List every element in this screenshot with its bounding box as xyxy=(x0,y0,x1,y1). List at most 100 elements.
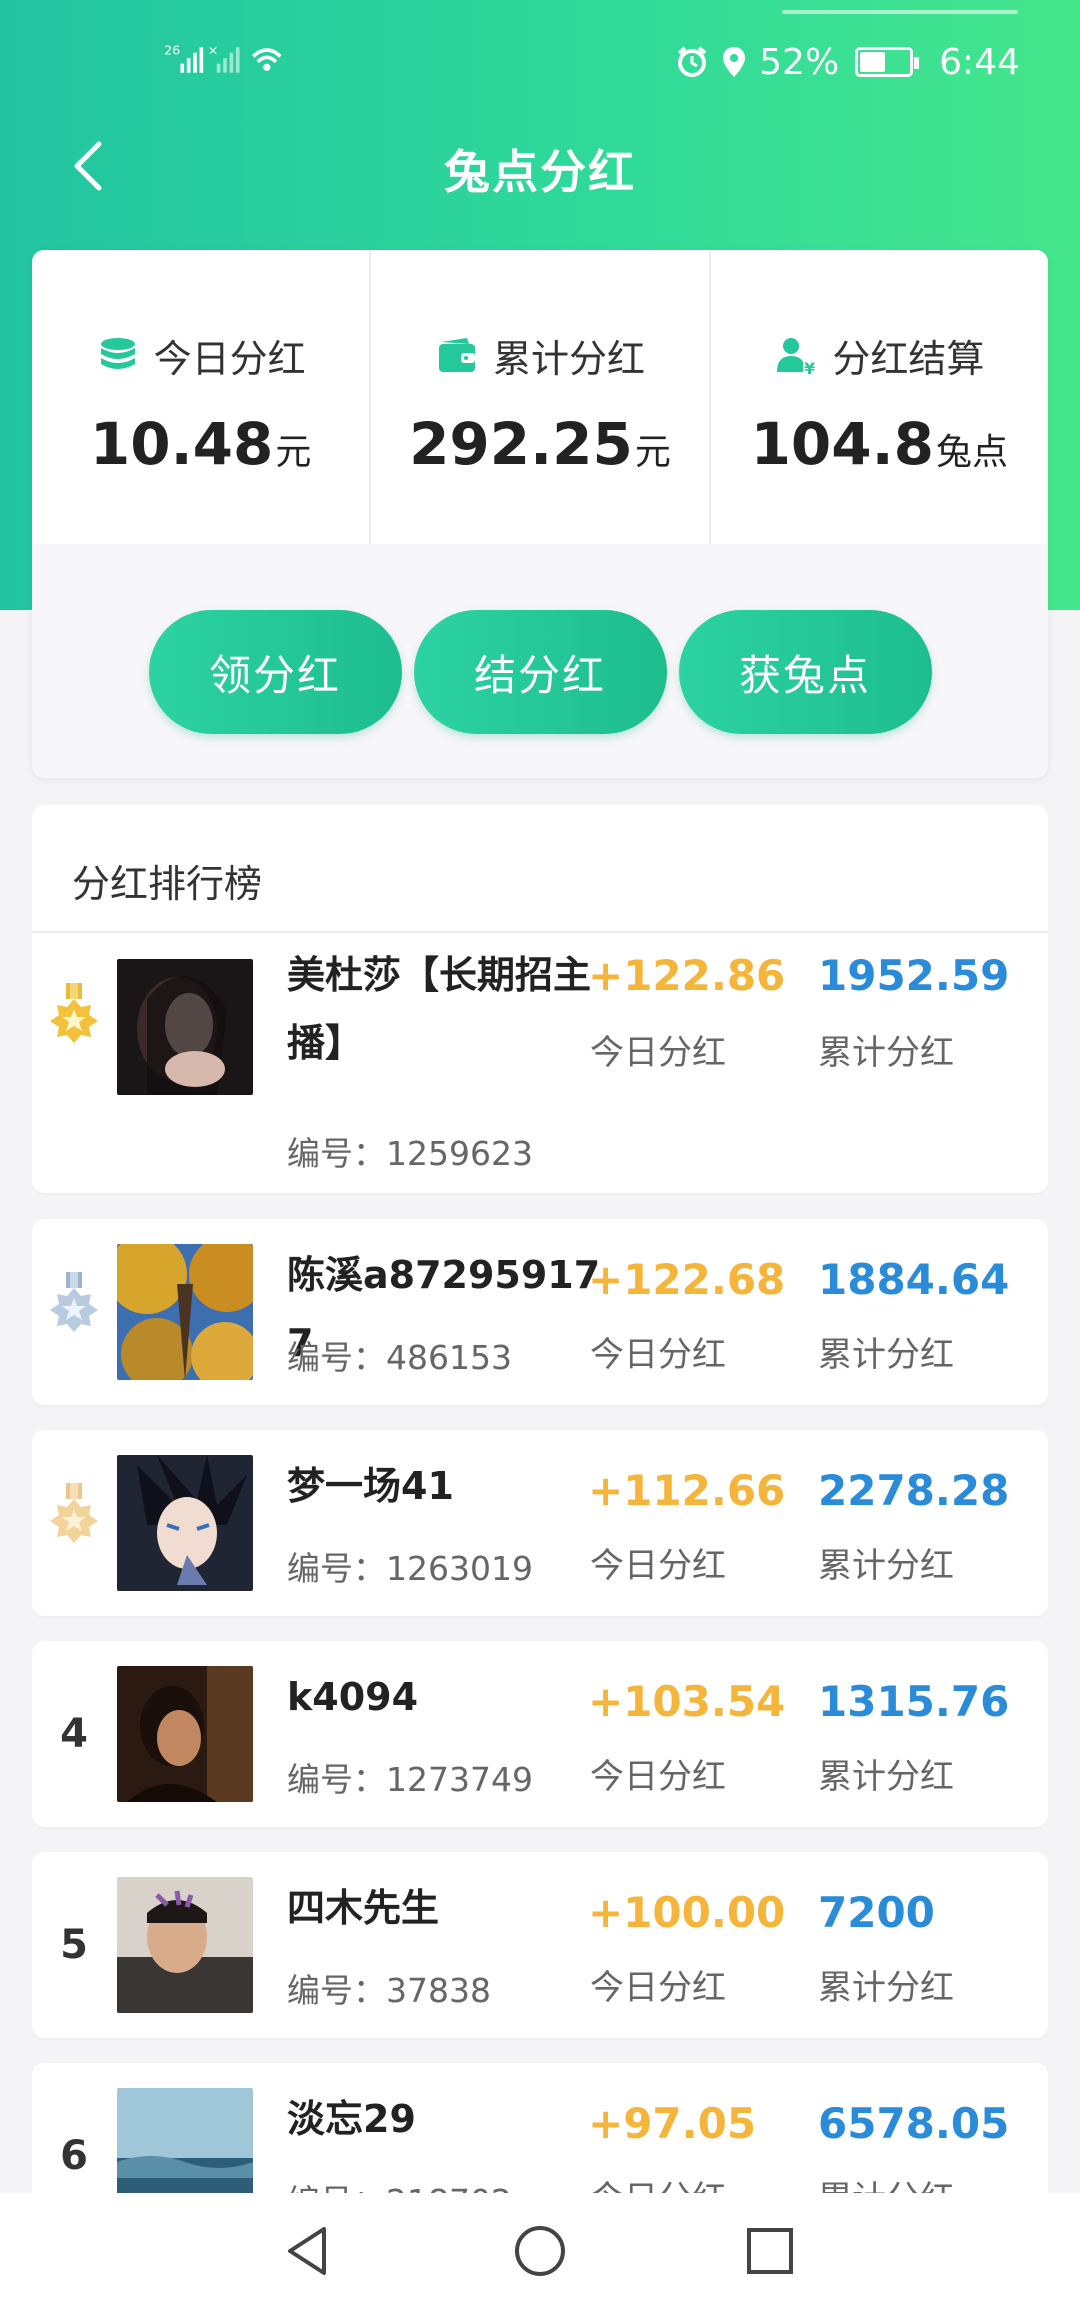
rank-number: 5 xyxy=(60,1922,88,1968)
location-icon xyxy=(723,47,746,77)
avatar[interactable] xyxy=(117,2088,253,2193)
svg-text:×: × xyxy=(208,43,219,58)
member-id: 编号：218702 xyxy=(287,2175,512,2193)
stat-unit: 元 xyxy=(634,432,671,473)
today-dividend-value: +97.05 xyxy=(588,2099,757,2148)
member-name: 梦一场41 xyxy=(287,1464,454,1508)
total-dividend-value: 1952.59 xyxy=(818,951,1010,1000)
today-dividend-label: 今日分红 xyxy=(590,1968,726,2008)
svg-text:¥: ¥ xyxy=(804,359,815,378)
total-dividend-value: 1315.76 xyxy=(818,1677,1010,1726)
today-dividend-value: +112.66 xyxy=(588,1466,786,1515)
id-value: 218702 xyxy=(386,2182,512,2193)
stat-value-row: 292.25元 xyxy=(371,410,708,478)
member-name: 淡忘29 xyxy=(287,2097,416,2141)
stat-value: 292.25 xyxy=(409,410,633,478)
claim-dividend-button[interactable]: 领分红 xyxy=(148,610,402,734)
bronze-medal-icon xyxy=(50,1483,98,1543)
stats-row: 今日分红 10.48元 累计分红 292.25元 ¥ 分红结算 104.8兔点 xyxy=(32,250,1048,544)
status-top-line xyxy=(782,10,1018,14)
member-id: 编号：1259623 xyxy=(287,1127,533,1175)
member-id: 编号：1263019 xyxy=(287,1542,533,1590)
total-dividend-label: 累计分红 xyxy=(818,1335,954,1375)
battery-fill xyxy=(860,52,886,72)
status-time: 6:44 xyxy=(939,41,1020,83)
ranking-row[interactable]: 梦一场41 编号：1263019 +112.66 今日分红 2278.28 累计… xyxy=(32,1430,1048,1616)
id-prefix: 编号： xyxy=(287,1971,386,2010)
avatar[interactable] xyxy=(117,1666,253,1802)
stat-unit: 兔点 xyxy=(936,432,1009,473)
status-bar: 26 × 52% 6:44 xyxy=(0,0,1080,120)
stat-label: 今日分红 xyxy=(153,337,306,381)
battery-percent: 52% xyxy=(759,41,840,83)
avatar[interactable] xyxy=(117,1877,253,2013)
member-id: 编号：1273749 xyxy=(287,1753,533,1801)
page-title: 兔点分红 xyxy=(444,145,636,199)
signal-icon: 26 × xyxy=(164,43,282,73)
stat-today-dividend: 今日分红 10.48元 xyxy=(32,250,372,544)
ranking-row[interactable]: 5 四木先生 编号：37838 +100.00 今日分红 7200 累计分红 xyxy=(32,1852,1048,2038)
stat-value: 104.8 xyxy=(750,410,935,478)
member-name: 四木先生 xyxy=(287,1886,440,1930)
rank-number: 6 xyxy=(60,2133,88,2179)
total-dividend-label: 累计分红 xyxy=(818,2171,954,2193)
ranking-list: 美杜莎【长期招主播】 编号：1259623 +122.86 今日分红 1952.… xyxy=(32,933,1048,2193)
id-prefix: 编号： xyxy=(287,1549,386,1588)
get-points-button[interactable]: 获兔点 xyxy=(678,610,932,734)
coins-stack-icon xyxy=(100,337,135,369)
silver-medal-icon xyxy=(50,1272,98,1332)
ranking-row[interactable]: 4 k4094 编号：1273749 +103.54 今日分红 1315.76 … xyxy=(32,1641,1048,1827)
nav-back-icon[interactable] xyxy=(278,2221,338,2281)
today-dividend-label: 今日分红 xyxy=(590,1546,726,1586)
total-dividend-value: 2278.28 xyxy=(818,1466,1010,1515)
id-value: 1263019 xyxy=(386,1549,533,1588)
id-prefix: 编号： xyxy=(287,1338,386,1377)
avatar[interactable] xyxy=(117,1244,253,1380)
total-dividend-label: 累计分红 xyxy=(818,1757,954,1797)
today-dividend-value: +103.54 xyxy=(588,1677,786,1726)
today-dividend-value: +100.00 xyxy=(588,1888,786,1937)
id-value: 1273749 xyxy=(386,1760,533,1799)
today-dividend-label: 今日分红 xyxy=(590,1335,726,1375)
total-dividend-value: 6578.05 xyxy=(818,2099,1010,2148)
ranking-row[interactable]: 美杜莎【长期招主播】 编号：1259623 +122.86 今日分红 1952.… xyxy=(32,933,1048,1193)
system-nav-bar xyxy=(0,2193,1080,2310)
member-id: 编号：37838 xyxy=(287,1964,491,2012)
total-dividend-value: 7200 xyxy=(818,1888,935,1937)
today-dividend-label: 今日分红 xyxy=(590,2171,726,2193)
today-dividend-label: 今日分红 xyxy=(590,1033,726,1073)
stat-total-dividend: 累计分红 292.25元 xyxy=(371,250,711,544)
stat-value-row: 104.8兔点 xyxy=(711,410,1048,478)
avatar[interactable] xyxy=(117,1455,253,1591)
rank-position xyxy=(32,933,116,1193)
nav-home-icon[interactable] xyxy=(510,2221,570,2281)
id-value: 37838 xyxy=(386,1971,491,2010)
settle-dividend-button[interactable]: 结分红 xyxy=(413,610,667,734)
id-value: 1259623 xyxy=(386,1134,533,1173)
id-prefix: 编号： xyxy=(287,1134,386,1173)
alarm-icon xyxy=(677,46,707,77)
id-value: 486153 xyxy=(386,1338,512,1377)
today-dividend-label: 今日分红 xyxy=(590,1757,726,1797)
avatar[interactable] xyxy=(117,959,253,1095)
action-buttons: 领分红 结分红 获兔点 xyxy=(32,610,1048,734)
stat-unit: 元 xyxy=(275,432,312,473)
gold-medal-icon xyxy=(50,983,98,1043)
ranking-row[interactable]: 陈溪a872959177 编号：486153 +122.68 今日分红 1884… xyxy=(32,1219,1048,1405)
member-name: 美杜莎【长期招主播】 xyxy=(287,953,592,1065)
nav-recents-icon[interactable] xyxy=(740,2221,800,2281)
stat-label: 累计分红 xyxy=(492,337,645,381)
id-prefix: 编号： xyxy=(287,1760,386,1799)
total-dividend-label: 累计分红 xyxy=(818,1546,954,1586)
today-dividend-value: +122.68 xyxy=(588,1255,786,1304)
rank-position xyxy=(32,1430,116,1616)
stat-value-row: 10.48元 xyxy=(32,410,369,478)
nav-bar: 兔点分红 xyxy=(0,120,1080,224)
ranking-header: 分红排行榜 xyxy=(32,805,1048,933)
summary-card: 今日分红 10.48元 累计分红 292.25元 ¥ 分红结算 104.8兔点 … xyxy=(32,250,1048,778)
ranking-row[interactable]: 6 淡忘29 编号：218702 +97.05 今日分红 6578.05 累计分… xyxy=(32,2063,1048,2193)
id-prefix: 编号： xyxy=(287,2182,386,2193)
status-right: 52% 6:44 xyxy=(675,40,1020,84)
today-dividend-value: +122.86 xyxy=(588,951,786,1000)
stat-label-row: ¥ 分红结算 xyxy=(711,328,1048,383)
